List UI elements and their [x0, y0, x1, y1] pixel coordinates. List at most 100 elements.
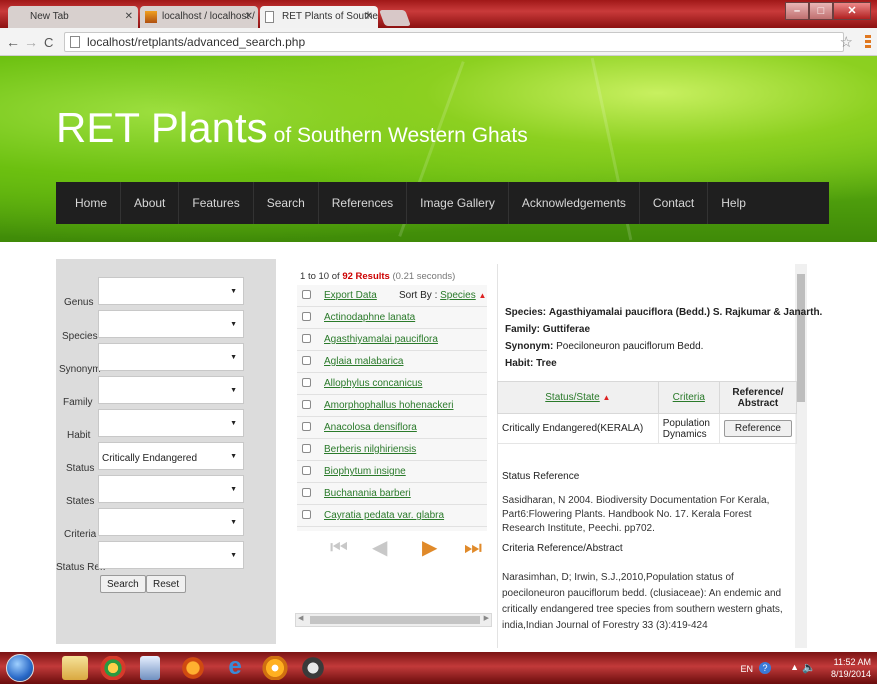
nav-help[interactable]: Help: [708, 182, 759, 224]
species-link[interactable]: Aglaia malabarica: [324, 356, 404, 367]
prev-page-icon[interactable]: ◀: [372, 537, 387, 559]
result-checkbox[interactable]: [302, 444, 311, 453]
windows-taskbar: e EN ? ▲ 🔈 11:52 AM 8/19/2014: [0, 652, 877, 684]
search-button[interactable]: Search: [100, 575, 146, 593]
horizontal-scrollbar[interactable]: ◀ ▶: [295, 613, 492, 627]
result-checkbox[interactable]: [302, 400, 311, 409]
close-tab-icon[interactable]: ✕: [365, 6, 373, 28]
scrollbar-thumb[interactable]: [310, 616, 480, 624]
nav-acknowledgements[interactable]: Acknowledgements: [509, 182, 640, 224]
nav-home[interactable]: Home: [56, 182, 122, 224]
tab-title: RET Plants of Southern We: [282, 11, 378, 22]
status-sort-link[interactable]: Status/State: [545, 392, 599, 403]
chrome-icon[interactable]: [100, 656, 126, 680]
firefox-icon[interactable]: [180, 656, 206, 680]
browser-menu-icon[interactable]: [865, 35, 871, 49]
help-icon[interactable]: ?: [759, 662, 771, 674]
document-icon[interactable]: [140, 656, 160, 680]
result-checkbox[interactable]: [302, 422, 311, 431]
export-data-link[interactable]: Export Data: [324, 290, 377, 301]
species-link[interactable]: Cayratia pedata var. glabra: [324, 510, 444, 521]
list-item: Buchanania barberi: [297, 483, 487, 505]
back-icon[interactable]: ←: [6, 34, 20, 50]
nav-features[interactable]: Features: [179, 182, 254, 224]
species-link[interactable]: Biophytum insigne: [324, 466, 406, 477]
species-link[interactable]: Actinodaphne lanata: [324, 312, 415, 323]
browser-tab[interactable]: localhost / localhost / retp ✕: [140, 6, 258, 28]
scroll-right-icon[interactable]: ▶: [484, 614, 489, 622]
dropdown-arrow-icon: ▼: [230, 321, 237, 328]
result-checkbox[interactable]: [302, 356, 311, 365]
reset-button[interactable]: Reset: [146, 575, 187, 593]
species-link[interactable]: Anacolosa densiflora: [324, 422, 417, 433]
result-of-word: of: [331, 271, 340, 282]
result-checkbox[interactable]: [302, 488, 311, 497]
result-checkbox[interactable]: [302, 312, 311, 321]
species-link[interactable]: Agasthiyamalai pauciflora: [324, 334, 438, 345]
result-checkbox[interactable]: [302, 334, 311, 343]
nav-image-gallery[interactable]: Image Gallery: [407, 182, 509, 224]
species-link[interactable]: Amorphophallus hohenackeri: [324, 400, 454, 411]
show-hidden-icons-icon[interactable]: ▲: [790, 662, 799, 672]
nav-references[interactable]: References: [319, 182, 408, 224]
result-checkbox[interactable]: [302, 510, 311, 519]
species-link[interactable]: Berberis nilghiriensis: [324, 444, 416, 455]
url-text: localhost/retplants/advanced_search.php: [87, 35, 306, 49]
first-page-icon[interactable]: ⏮: [330, 537, 348, 559]
family-name: Guttiferae: [542, 324, 591, 335]
page-favicon-icon: [265, 11, 274, 23]
app-icon[interactable]: [300, 656, 326, 680]
clock-time: 11:52 AM: [833, 657, 871, 667]
nav-search[interactable]: Search: [254, 182, 319, 224]
sort-species-link[interactable]: Species: [440, 290, 476, 301]
reference-button[interactable]: Reference: [723, 420, 792, 437]
dropdown-arrow-icon: ▼: [230, 552, 237, 559]
new-tab-button[interactable]: [379, 10, 411, 26]
species-link[interactable]: Allophylus concanicus: [324, 378, 422, 389]
status-ref-select[interactable]: ▼: [98, 541, 244, 569]
language-indicator[interactable]: EN: [740, 664, 753, 674]
media-player-icon[interactable]: [262, 656, 288, 680]
genus-select[interactable]: ▼: [98, 277, 244, 305]
dropdown-arrow-icon: ▼: [230, 486, 237, 493]
url-input[interactable]: localhost/retplants/advanced_search.php: [64, 32, 844, 52]
site-title-sub: of Southern Western Ghats: [273, 124, 528, 147]
scroll-left-icon[interactable]: ◀: [298, 614, 303, 622]
forward-icon[interactable]: →: [24, 34, 38, 50]
criteria-sort-link[interactable]: Criteria: [673, 392, 705, 403]
result-checkbox[interactable]: [302, 466, 311, 475]
dropdown-arrow-icon: ▼: [230, 519, 237, 526]
clock[interactable]: 11:52 AM 8/19/2014: [831, 656, 871, 680]
internet-explorer-icon[interactable]: e: [222, 655, 248, 680]
volume-icon[interactable]: 🔈: [802, 661, 816, 674]
nav-contact[interactable]: Contact: [640, 182, 709, 224]
habit-select[interactable]: ▼: [98, 409, 244, 437]
browser-tab[interactable]: New Tab ✕: [8, 6, 138, 28]
next-page-icon[interactable]: ▶: [422, 537, 437, 559]
nav-about[interactable]: About: [121, 182, 180, 224]
reload-icon[interactable]: C: [44, 35, 53, 50]
criteria-select[interactable]: ▼: [98, 508, 244, 536]
status-select[interactable]: Critically Endangered ▼: [98, 442, 244, 470]
states-select[interactable]: ▼: [98, 475, 244, 503]
species-link[interactable]: Buchanania barberi: [324, 488, 411, 499]
explorer-icon[interactable]: [62, 656, 88, 680]
maximize-icon[interactable]: □: [809, 2, 833, 20]
start-button-icon[interactable]: [6, 654, 34, 682]
close-tab-icon[interactable]: ✕: [245, 6, 253, 28]
minimize-icon[interactable]: –: [785, 2, 809, 20]
address-bar-row: ← → C localhost/retplants/advanced_searc…: [0, 28, 877, 56]
select-all-checkbox[interactable]: [302, 290, 311, 299]
family-select[interactable]: ▼: [98, 376, 244, 404]
close-tab-icon[interactable]: ✕: [125, 6, 133, 28]
last-page-icon[interactable]: ⏭: [464, 537, 482, 559]
synonym-select[interactable]: ▼: [98, 343, 244, 371]
habit-label: Habit:: [505, 358, 534, 369]
genus-label: Genus: [64, 297, 94, 308]
species-select[interactable]: ▼: [98, 310, 244, 338]
result-checkbox[interactable]: [302, 378, 311, 387]
close-window-icon[interactable]: ✕: [833, 2, 871, 20]
bookmark-star-icon[interactable]: ☆: [840, 33, 853, 51]
browser-tab-active[interactable]: RET Plants of Southern We ✕: [260, 6, 378, 28]
sort-label: Sort By :: [399, 290, 438, 301]
